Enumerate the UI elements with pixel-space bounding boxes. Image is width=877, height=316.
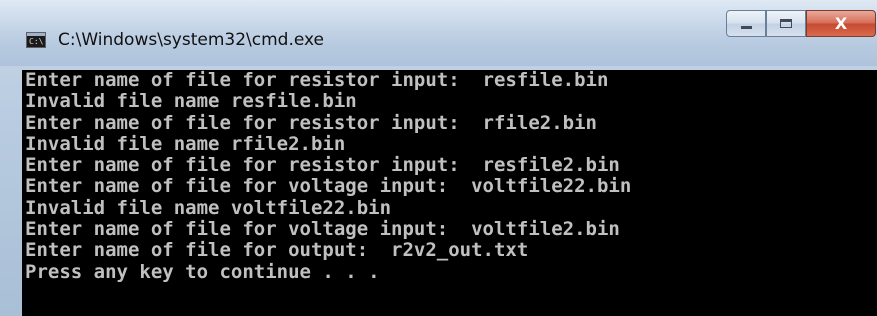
console-line: Enter name of file for voltage input: vo…: [25, 218, 620, 241]
console-line: Enter name of file for output: r2v2_out.…: [25, 239, 529, 262]
console-line: Enter name of file for resistor input: r…: [25, 70, 609, 91]
window-title: C:\Windows\system32\cmd.exe: [58, 30, 325, 50]
cmd-icon[interactable]: C:\: [26, 32, 46, 48]
console-line: Enter name of file for resistor input: r…: [25, 111, 597, 134]
console-line: Invalid file name voltfile22.bin: [25, 196, 392, 219]
caption-buttons: X: [726, 10, 876, 37]
close-button[interactable]: X: [806, 10, 876, 37]
console-output[interactable]: Enter name of file for resistor input: r…: [22, 70, 877, 316]
title-bar[interactable]: C:\ C:\Windows\system32\cmd.exe X: [0, 0, 877, 66]
console-line: Invalid file name resfile.bin: [25, 90, 357, 113]
minimize-button[interactable]: [726, 10, 766, 37]
console-line: Enter name of file for resistor input: r…: [25, 154, 620, 177]
close-icon: X: [834, 13, 848, 33]
console-line: Enter name of file for voltage input: vo…: [25, 175, 632, 198]
cmd-window: C:\ C:\Windows\system32\cmd.exe X Enter …: [0, 0, 877, 316]
console-line: Press any key to continue . . .: [25, 260, 380, 283]
maximize-icon: [780, 19, 792, 28]
console-lines: Enter name of file for resistor input: r…: [22, 70, 877, 283]
minimize-icon: [740, 26, 752, 29]
cmd-icon-text: C:\: [29, 37, 44, 46]
console-line: Invalid file name rfile2.bin: [25, 132, 346, 155]
maximize-button[interactable]: [766, 10, 806, 37]
